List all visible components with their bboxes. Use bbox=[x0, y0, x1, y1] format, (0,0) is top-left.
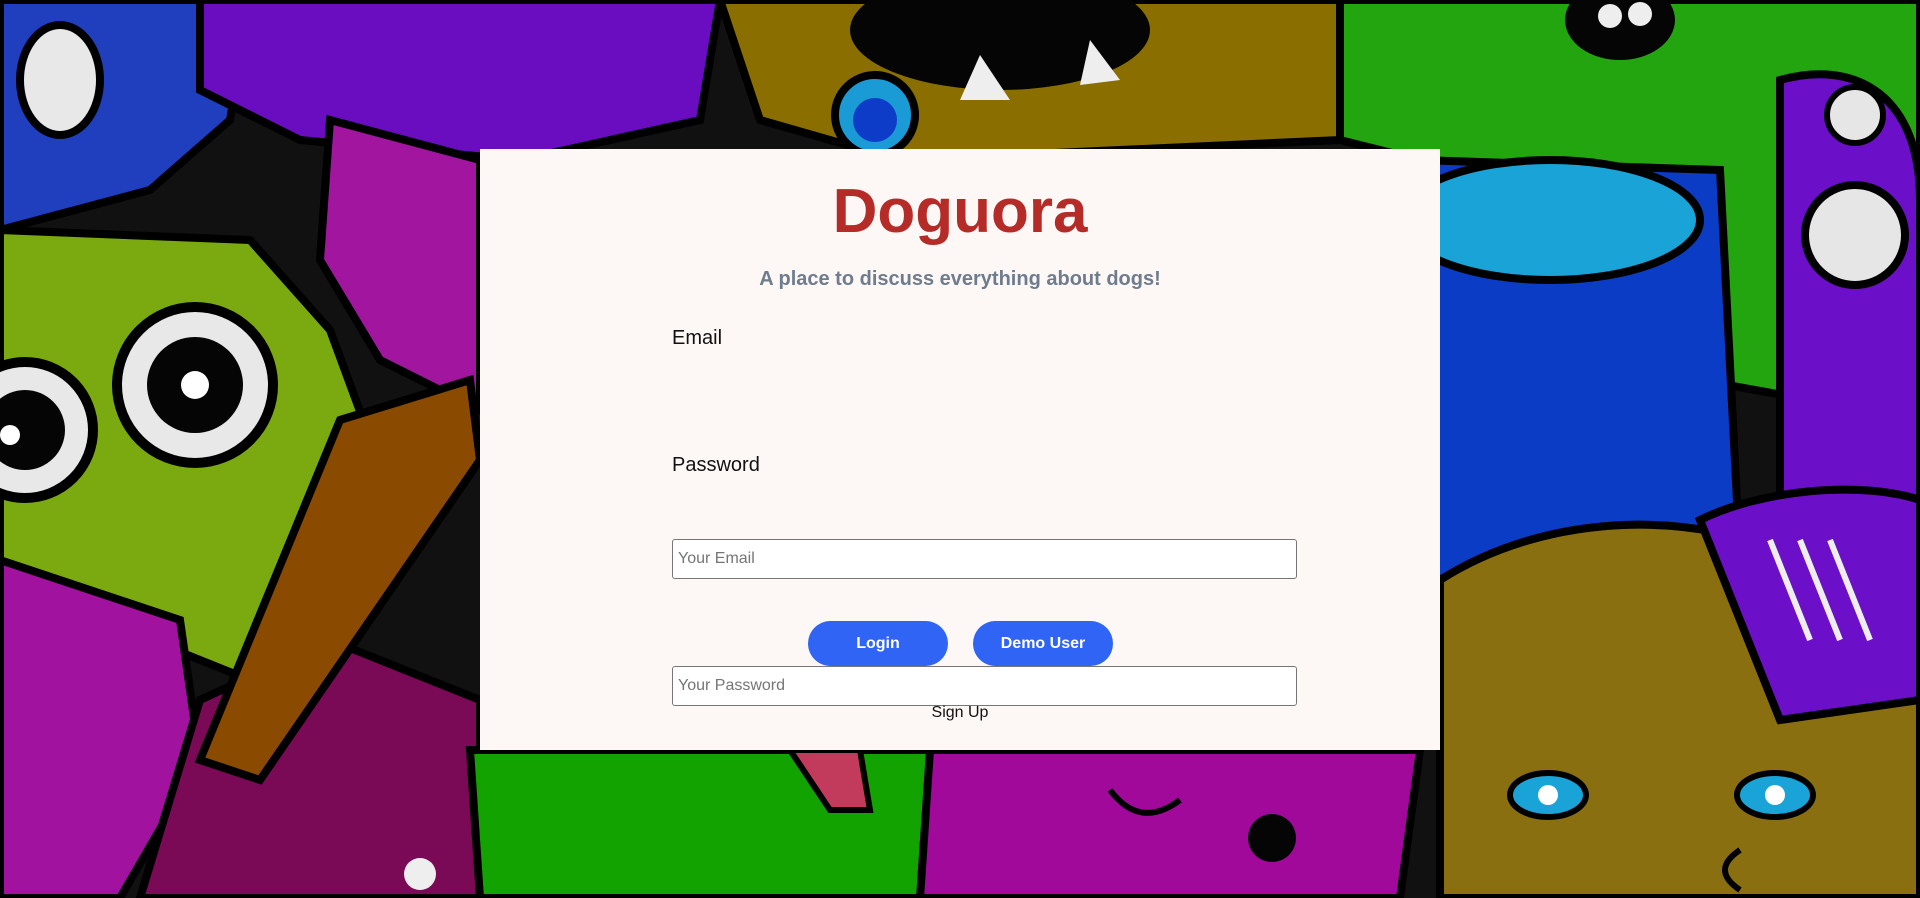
email-input[interactable] bbox=[672, 539, 1297, 579]
password-input[interactable] bbox=[672, 666, 1297, 706]
demo-user-button[interactable]: Demo User bbox=[973, 621, 1113, 666]
app-tagline: A place to discuss everything about dogs… bbox=[759, 268, 1161, 290]
login-button[interactable]: Login bbox=[808, 621, 948, 666]
login-card: Doguora A place to discuss everything ab… bbox=[480, 149, 1440, 750]
email-label: Email bbox=[672, 327, 723, 349]
password-label: Password bbox=[672, 454, 760, 476]
app-title: Doguora bbox=[832, 177, 1088, 246]
sign-up-link[interactable]: Sign Up bbox=[480, 704, 1440, 722]
